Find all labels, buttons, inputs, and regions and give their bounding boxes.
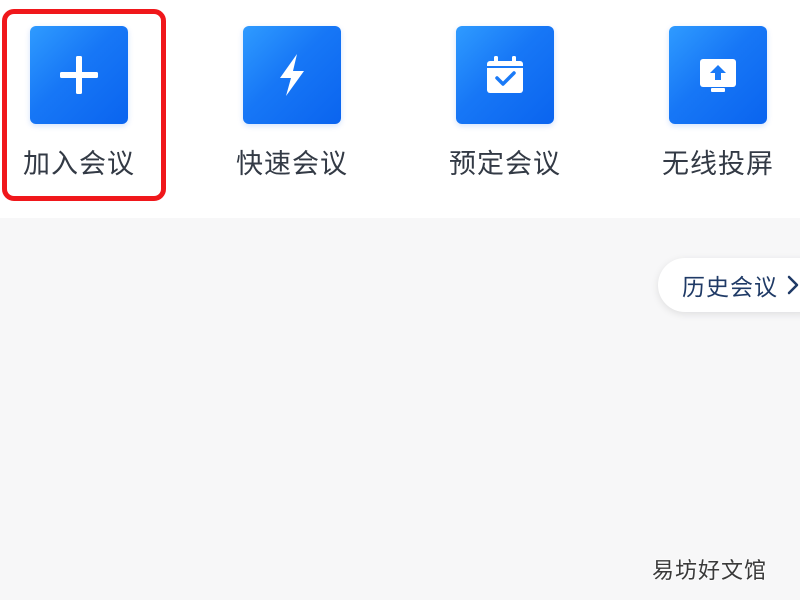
calendar-check-icon xyxy=(487,56,523,93)
join-meeting-button[interactable]: 加入会议 xyxy=(14,26,144,196)
meeting-history-label: 历史会议 xyxy=(682,275,778,301)
join-meeting-tile[interactable] xyxy=(30,26,128,124)
schedule-meeting-tile[interactable] xyxy=(456,26,554,124)
quick-actions-panel: 加入会议 快速会议 预定会议 无线投屏 xyxy=(0,0,800,218)
chevron-right-icon xyxy=(786,274,800,296)
quick-meeting-label: 快速会议 xyxy=(236,149,348,180)
wireless-screen-share-button[interactable]: 无线投屏 xyxy=(653,26,783,196)
watermark-text: 易坊好文馆 xyxy=(652,559,768,584)
quick-meeting-button[interactable]: 快速会议 xyxy=(227,26,357,196)
schedule-meeting-label: 预定会议 xyxy=(449,149,561,180)
join-meeting-label: 加入会议 xyxy=(23,149,135,180)
plus-icon xyxy=(60,56,98,94)
quick-meeting-tile[interactable] xyxy=(243,26,341,124)
schedule-meeting-button[interactable]: 预定会议 xyxy=(440,26,570,196)
meeting-history-button[interactable]: 历史会议 xyxy=(658,258,800,312)
screen-share-icon xyxy=(700,59,736,92)
lightning-icon xyxy=(280,54,304,96)
wireless-screen-share-tile[interactable] xyxy=(669,26,767,124)
wireless-screen-share-label: 无线投屏 xyxy=(662,149,774,180)
